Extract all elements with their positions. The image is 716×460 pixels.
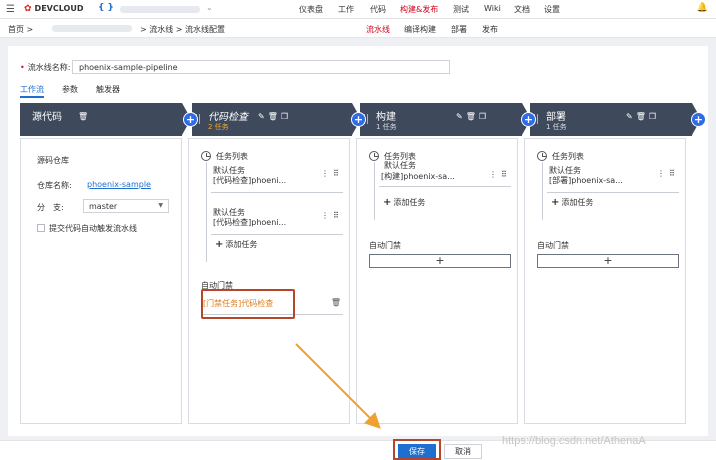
- branch-select[interactable]: master ▼: [83, 199, 169, 213]
- add-stage-button[interactable]: +: [183, 112, 198, 127]
- stage-actions-icons[interactable]: ✎🗑❐: [456, 112, 489, 121]
- repo-name-label: 仓库名称:: [37, 181, 72, 190]
- build-column: 任务列表 [构建]phoenix-sa... ⋮⠿ 默认任务 +添加任务 自动门…: [356, 138, 518, 424]
- nav-build-release[interactable]: 构建&发布: [400, 4, 438, 15]
- auto-gate-label: 自动门禁: [537, 241, 569, 250]
- stage-task-count: 1 任务: [546, 123, 567, 131]
- stage-title: 源代码: [32, 112, 62, 123]
- task-more-icon[interactable]: ⋮⠿: [657, 169, 679, 178]
- code-check-column: 任务列表 默认任务 [代码检查]phoeni... ⋮⠿ 默认任务 [代码检查]…: [188, 138, 350, 424]
- subtab-compile[interactable]: 编译构建: [404, 24, 436, 35]
- stage-actions-icons[interactable]: ✎🗑❐: [626, 112, 659, 121]
- cancel-button[interactable]: 取消: [444, 444, 482, 459]
- task-subtitle: [部署]phoenix-sa...: [549, 176, 623, 185]
- nav-dashboard[interactable]: 仪表盘: [299, 4, 323, 15]
- task-list-title: 任务列表: [552, 152, 584, 161]
- highlight-box: [201, 289, 295, 319]
- task-subtitle: [构建]phoenix-sa...: [381, 172, 455, 181]
- timeline-line: [206, 162, 207, 262]
- task-more-icon[interactable]: ⋮⠿: [321, 211, 343, 220]
- tab-parameters[interactable]: 参数: [62, 84, 78, 95]
- top-navigation-bar: ☰ ✿ DEVCLOUD { } ⌄ 仪表盘 工作 代码 构建&发布 测试 Wik…: [0, 0, 716, 19]
- stage-bar: 源代码 🗑 代码检查 2 任务 ✎🗑❐ 构建 1 任务 ✎🗑❐ 部署 1 任务 …: [20, 103, 708, 136]
- pipeline-config-panel: • 流水线名称: phoenix-sample-pipeline 工作流 参数 触…: [8, 46, 708, 436]
- stage-code-check[interactable]: 代码检查 2 任务 ✎🗑❐: [192, 103, 361, 136]
- stage-actions-icons[interactable]: ✎🗑❐: [258, 112, 291, 121]
- task-title: 默认任务: [384, 161, 416, 170]
- add-stage-button[interactable]: +: [351, 112, 366, 127]
- nav-wiki[interactable]: Wiki: [484, 4, 501, 13]
- active-tab-indicator: [20, 96, 44, 98]
- stage-title: 构建: [376, 112, 396, 123]
- subtab-pipeline[interactable]: 流水线: [366, 24, 390, 35]
- repo-name-link[interactable]: phoenix-sample: [87, 180, 151, 189]
- trash-icon[interactable]: 🗑: [331, 298, 341, 307]
- task-more-icon[interactable]: ⋮⠿: [489, 170, 511, 179]
- task-subtitle: [代码检查]phoeni...: [213, 176, 287, 185]
- task-subtitle: [代码检查]phoeni...: [213, 218, 287, 227]
- subtab-deploy[interactable]: 部署: [451, 24, 467, 35]
- trash-icon[interactable]: 🗑: [78, 112, 91, 121]
- stage-task-count: 2 任务: [208, 123, 229, 131]
- tab-workflow[interactable]: 工作流: [20, 84, 44, 95]
- add-task-button[interactable]: + 添加任务: [215, 239, 257, 250]
- clock-icon: [201, 151, 211, 161]
- project-selector[interactable]: { } ⌄: [98, 3, 213, 15]
- pipeline-name-input[interactable]: phoenix-sample-pipeline: [72, 60, 450, 74]
- add-task-button[interactable]: + 添加任务: [383, 197, 425, 208]
- clock-icon: [537, 151, 547, 161]
- stage-title: 代码检查: [208, 112, 248, 123]
- watermark: https://blog.csdn.net/AthenaA: [502, 435, 646, 447]
- project-name-redacted: [120, 6, 200, 13]
- add-gate-button[interactable]: +: [537, 254, 679, 268]
- breadcrumb-path: > 流水线 > 流水线配置: [140, 25, 226, 34]
- project-icon: { }: [98, 3, 114, 13]
- huawei-logo-icon: ✿: [24, 4, 32, 14]
- pipeline-name-label: • 流水线名称:: [20, 63, 71, 72]
- task-item[interactable]: 默认任务 [代码检查]phoeni... ⋮⠿: [211, 207, 343, 235]
- auto-trigger-label: 提交代码自动触发流水线: [49, 224, 137, 233]
- task-item[interactable]: 默认任务 [代码检查]phoeni... ⋮⠿: [211, 165, 343, 193]
- add-task-button[interactable]: + 添加任务: [551, 197, 593, 208]
- task-item[interactable]: 默认任务 [部署]phoenix-sa... ⋮⠿: [547, 165, 679, 193]
- deploy-column: 任务列表 默认任务 [部署]phoenix-sa... ⋮⠿ + 添加任务 自动门…: [524, 138, 686, 424]
- chevron-down-icon: ⌄: [206, 3, 213, 12]
- source-repo-title: 源码仓库: [37, 156, 69, 165]
- tab-triggers[interactable]: 触发器: [96, 84, 120, 95]
- add-stage-button[interactable]: +: [521, 112, 536, 127]
- task-list-title: 任务列表: [216, 152, 248, 161]
- chevron-down-icon: ▼: [158, 202, 163, 209]
- notification-icon[interactable]: 🔔: [697, 3, 708, 13]
- source-column: 源码仓库 仓库名称: phoenix-sample 分 支: master ▼ …: [20, 138, 182, 424]
- stage-task-count: 1 任务: [376, 123, 397, 131]
- stage-deploy[interactable]: 部署 1 任务 ✎🗑❐: [530, 103, 701, 136]
- menu-icon[interactable]: ☰: [6, 4, 15, 15]
- stage-title: 部署: [546, 112, 566, 123]
- nav-test[interactable]: 测试: [453, 4, 469, 15]
- subtab-release[interactable]: 发布: [482, 24, 498, 35]
- save-highlight-box: [393, 439, 441, 460]
- auto-trigger-checkbox[interactable]: [37, 224, 45, 232]
- add-gate-button[interactable]: +: [369, 254, 511, 268]
- nav-settings[interactable]: 设置: [544, 4, 560, 15]
- branch-value: master: [89, 202, 118, 211]
- branch-label: 分 支:: [37, 203, 64, 212]
- task-more-icon[interactable]: ⋮⠿: [321, 169, 343, 178]
- nav-code[interactable]: 代码: [370, 4, 386, 15]
- timeline-line: [374, 162, 375, 220]
- timeline-line: [542, 162, 543, 220]
- nav-work[interactable]: 工作: [338, 4, 354, 15]
- logo[interactable]: ✿ DEVCLOUD: [24, 4, 83, 14]
- stage-source[interactable]: 源代码 🗑: [20, 103, 191, 136]
- clock-icon: [369, 151, 379, 161]
- breadcrumb-project-redacted[interactable]: [52, 25, 132, 32]
- add-stage-button[interactable]: +: [691, 112, 706, 127]
- breadcrumb-bar: 首页 > > 流水线 > 流水线配置 流水线 编译构建 部署 发布: [0, 19, 716, 38]
- breadcrumb-home[interactable]: 首页 >: [8, 24, 33, 35]
- stage-build[interactable]: 构建 1 任务 ✎🗑❐: [360, 103, 531, 136]
- nav-docs[interactable]: 文档: [514, 4, 530, 15]
- auto-gate-label: 自动门禁: [369, 241, 401, 250]
- logo-text: DEVCLOUD: [34, 4, 84, 13]
